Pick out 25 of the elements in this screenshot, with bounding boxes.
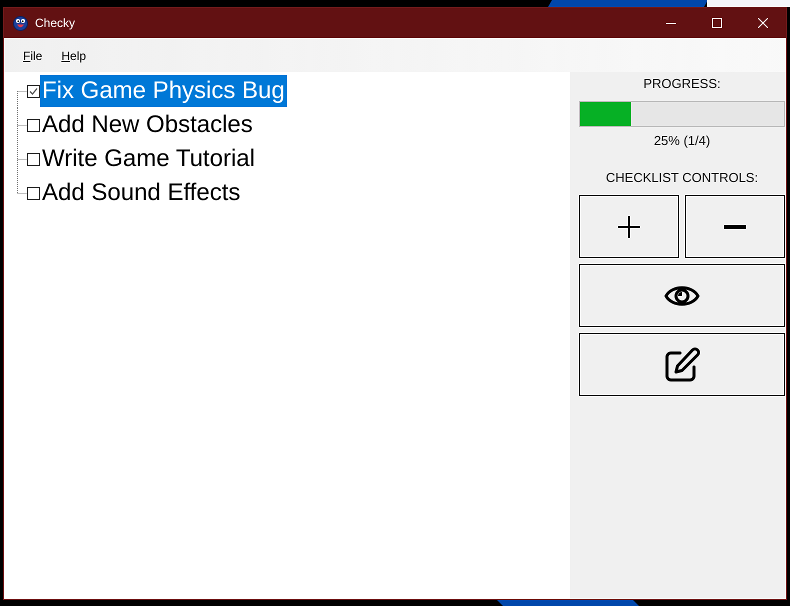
checkbox[interactable] bbox=[27, 186, 40, 200]
add-button[interactable] bbox=[579, 195, 679, 258]
checkbox[interactable] bbox=[27, 84, 40, 98]
window-title: Checky bbox=[35, 15, 76, 32]
checklist-item[interactable]: Add New Obstacles bbox=[40, 109, 255, 141]
progress-heading: PROGRESS: bbox=[642, 76, 722, 92]
minimize-icon bbox=[666, 22, 676, 24]
smiley-icon bbox=[13, 16, 28, 30]
edit-icon bbox=[664, 346, 700, 382]
checklist-item[interactable]: Add Sound Effects bbox=[40, 177, 242, 209]
menu-item[interactable]: File bbox=[16, 47, 50, 65]
close-icon bbox=[758, 18, 768, 28]
checklist-item[interactable]: Fix Game Physics Bug bbox=[40, 75, 287, 107]
plus-icon bbox=[618, 216, 640, 238]
checkbox[interactable] bbox=[27, 118, 40, 132]
view-button[interactable] bbox=[579, 264, 785, 327]
remove-button[interactable] bbox=[685, 195, 785, 258]
progress-reading: 25% (1/4) bbox=[652, 133, 712, 149]
minus-icon bbox=[724, 224, 746, 228]
controls-heading: CHECKLIST CONTROLS: bbox=[604, 170, 760, 186]
edit-button[interactable] bbox=[579, 333, 785, 396]
checkbox[interactable] bbox=[27, 152, 40, 166]
menu-item[interactable]: Help bbox=[54, 47, 94, 65]
checklist-item[interactable]: Write Game Tutorial bbox=[40, 143, 257, 175]
maximize-icon bbox=[712, 18, 722, 28]
